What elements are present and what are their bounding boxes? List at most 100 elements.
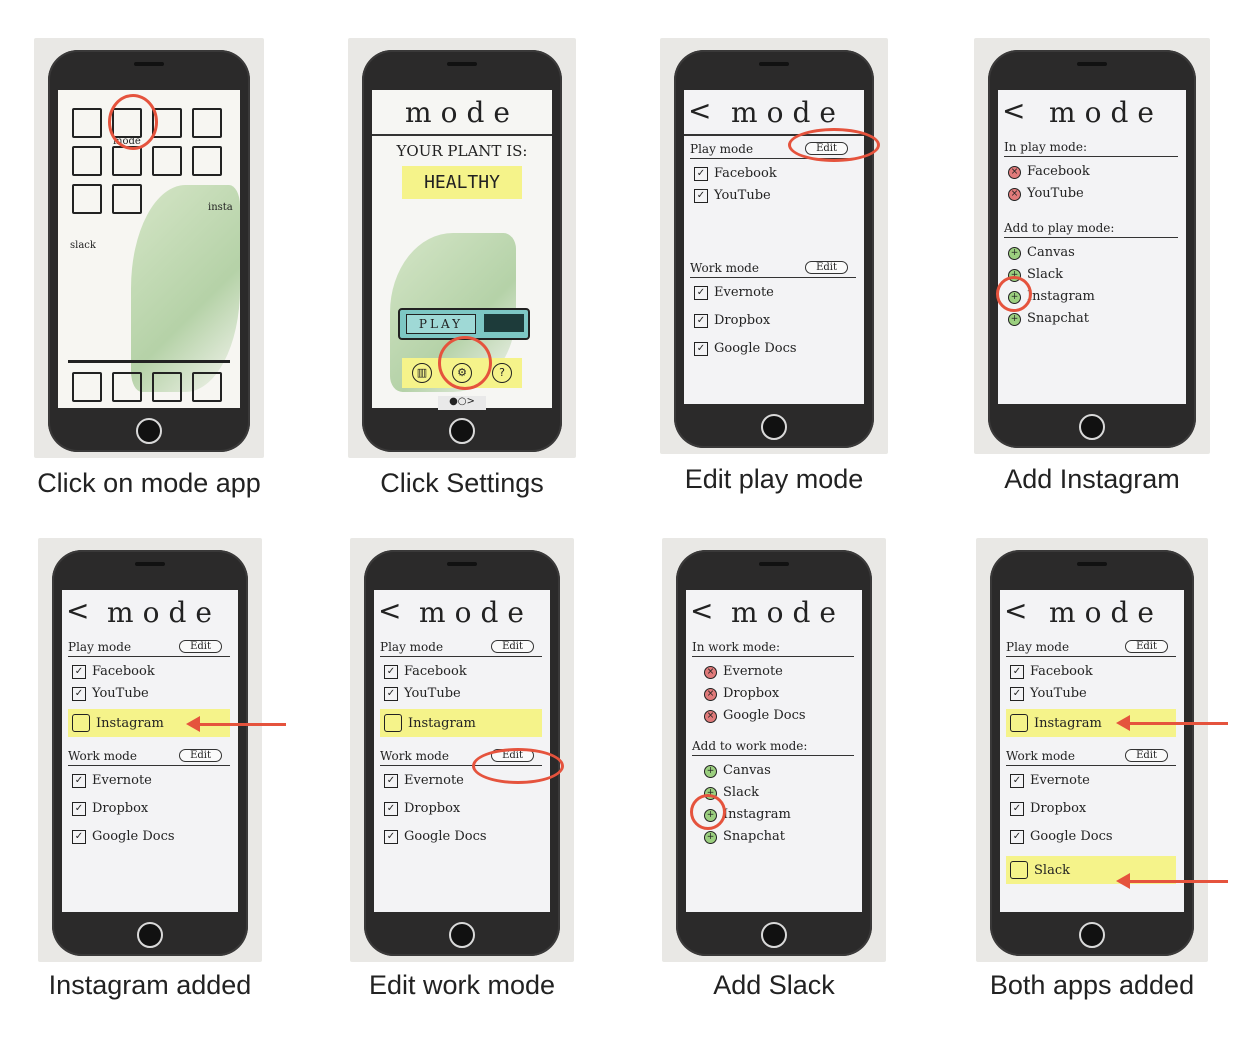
list-item[interactable]: × Google Docs xyxy=(704,705,854,727)
remove-icon[interactable]: × xyxy=(704,665,717,679)
list-item[interactable]: + Snapchat xyxy=(704,826,854,848)
list-item[interactable]: + Slack xyxy=(1008,264,1178,286)
app-icon[interactable] xyxy=(192,108,222,138)
list-item[interactable]: ✓ YouTube xyxy=(72,683,230,705)
list-item[interactable]: ✓ Evernote xyxy=(694,282,856,304)
section-title: Play mode Edit xyxy=(380,640,542,657)
list-item[interactable]: ✓ Facebook xyxy=(1010,661,1176,683)
list-item[interactable]: + Instagram xyxy=(704,804,854,826)
in-work-mode-section: In work mode: × Evernote × Dropbox × Google… xyxy=(686,634,862,727)
checkbox-icon: ✓ xyxy=(694,342,708,356)
app-icon[interactable] xyxy=(112,146,142,176)
home-button[interactable] xyxy=(449,418,475,444)
back-icon[interactable]: < xyxy=(690,594,713,627)
home-button[interactable] xyxy=(136,418,162,444)
dock-app-icon[interactable] xyxy=(192,372,222,402)
added-app-note[interactable]: Instagram xyxy=(380,709,542,737)
app-icon[interactable] xyxy=(112,184,142,214)
edit-work-mode-button[interactable]: Edit xyxy=(1125,749,1168,762)
speaker xyxy=(134,62,164,66)
dock-app-icon[interactable] xyxy=(152,372,182,402)
list-item[interactable]: × Facebook xyxy=(1008,161,1178,183)
back-icon[interactable]: < xyxy=(688,94,711,127)
panel-caption: Edit work mode xyxy=(368,970,556,1000)
home-button[interactable] xyxy=(761,922,787,948)
list-item[interactable]: + Canvas xyxy=(1008,242,1178,264)
slack-app-icon[interactable] xyxy=(72,184,102,214)
help-icon[interactable]: ? xyxy=(492,363,512,383)
storyboard-panel-1: mode insta slack Click on mode app xyxy=(34,38,264,498)
list-item[interactable]: ✓ Evernote xyxy=(1010,770,1176,792)
list-item[interactable]: ✓ YouTube xyxy=(1010,683,1176,705)
item-label: Dropbox xyxy=(714,313,771,328)
list-item[interactable]: ✓ Dropbox xyxy=(72,798,230,820)
list-item[interactable]: ✓ Facebook xyxy=(694,163,856,185)
section-title: Work mode Edit xyxy=(68,749,230,766)
list-item[interactable]: + Instagram xyxy=(1008,286,1178,308)
list-item[interactable]: ✓ Google Docs xyxy=(1010,826,1176,848)
dock-app-icon[interactable] xyxy=(72,372,102,402)
list-item[interactable]: ✓ Google Docs xyxy=(384,826,542,848)
list-item[interactable]: ✓ Google Docs xyxy=(72,826,230,848)
app-icon[interactable] xyxy=(72,146,102,176)
edit-play-mode-button[interactable]: Edit xyxy=(1125,640,1168,653)
list-item[interactable]: × Dropbox xyxy=(704,683,854,705)
speaker xyxy=(1077,62,1107,66)
instagram-icon xyxy=(384,714,402,732)
list-item[interactable]: ✓ Dropbox xyxy=(384,798,542,820)
play-mode-label: Play mode xyxy=(380,640,444,654)
list-item[interactable]: + Slack xyxy=(704,782,854,804)
item-label: Google Docs xyxy=(1030,829,1113,844)
app-title: mode xyxy=(107,596,221,629)
edit-work-mode-button[interactable]: Edit xyxy=(805,261,848,274)
list-item[interactable]: + Snapchat xyxy=(1008,308,1178,330)
remove-icon[interactable]: × xyxy=(704,709,717,723)
back-icon[interactable]: < xyxy=(66,594,89,627)
checkbox-icon: ✓ xyxy=(384,665,398,679)
item-label: Facebook xyxy=(1030,664,1093,679)
mode-settings-screen: < mode Play mode Edit ✓ Facebook ✓ YouTube… xyxy=(1000,590,1184,912)
home-button[interactable] xyxy=(1079,922,1105,948)
edit-play-mode-screen: < mode In play mode: × Facebook × YouTube … xyxy=(998,90,1186,404)
edit-play-mode-button[interactable]: Edit xyxy=(491,640,534,653)
item-label: YouTube xyxy=(404,686,461,701)
list-item[interactable]: ✓ YouTube xyxy=(384,683,542,705)
remove-icon[interactable]: × xyxy=(1008,165,1021,179)
home-button[interactable] xyxy=(1079,414,1105,440)
list-item[interactable]: × YouTube xyxy=(1008,183,1178,205)
dock-app-icon[interactable] xyxy=(112,372,142,402)
list-item[interactable]: ✓ Dropbox xyxy=(1010,798,1176,820)
add-icon[interactable]: + xyxy=(1008,312,1021,326)
section-title: In work mode: xyxy=(692,640,854,657)
list-item[interactable]: ✓ Facebook xyxy=(384,661,542,683)
plant-health-status: HEALTHY xyxy=(402,166,522,199)
edit-play-mode-button[interactable]: Edit xyxy=(179,640,222,653)
list-item[interactable]: + Canvas xyxy=(704,760,854,782)
list-item[interactable]: ✓ YouTube xyxy=(694,185,856,207)
instagram-app-icon[interactable] xyxy=(192,146,222,176)
list-item[interactable]: × Evernote xyxy=(704,661,854,683)
app-icon[interactable] xyxy=(152,146,182,176)
back-icon[interactable]: < xyxy=(1004,594,1027,627)
list-item[interactable]: ✓ Google Docs xyxy=(694,338,856,360)
remove-icon[interactable]: × xyxy=(704,687,717,701)
item-label: Google Docs xyxy=(404,829,487,844)
add-icon[interactable]: + xyxy=(704,830,717,844)
home-button[interactable] xyxy=(449,922,475,948)
highlight-circle xyxy=(788,128,880,162)
add-icon[interactable]: + xyxy=(1008,246,1021,260)
app-icon[interactable] xyxy=(72,108,102,138)
list-item[interactable]: ✓ Facebook xyxy=(72,661,230,683)
list-item[interactable]: ✓ Dropbox xyxy=(694,310,856,332)
home-button[interactable] xyxy=(137,922,163,948)
home-button[interactable] xyxy=(761,414,787,440)
edit-work-mode-button[interactable]: Edit xyxy=(179,749,222,762)
add-icon[interactable]: + xyxy=(704,764,717,778)
back-icon[interactable]: < xyxy=(1002,94,1025,127)
stats-icon[interactable]: ▥ xyxy=(412,363,432,383)
insta-app-label: insta xyxy=(208,202,233,213)
list-item[interactable]: ✓ Evernote xyxy=(72,770,230,792)
back-icon[interactable]: < xyxy=(378,594,401,627)
phone-frame: < mode Play mode Edit ✓ Facebook ✓ YouTube… xyxy=(990,550,1194,956)
remove-icon[interactable]: × xyxy=(1008,187,1021,201)
